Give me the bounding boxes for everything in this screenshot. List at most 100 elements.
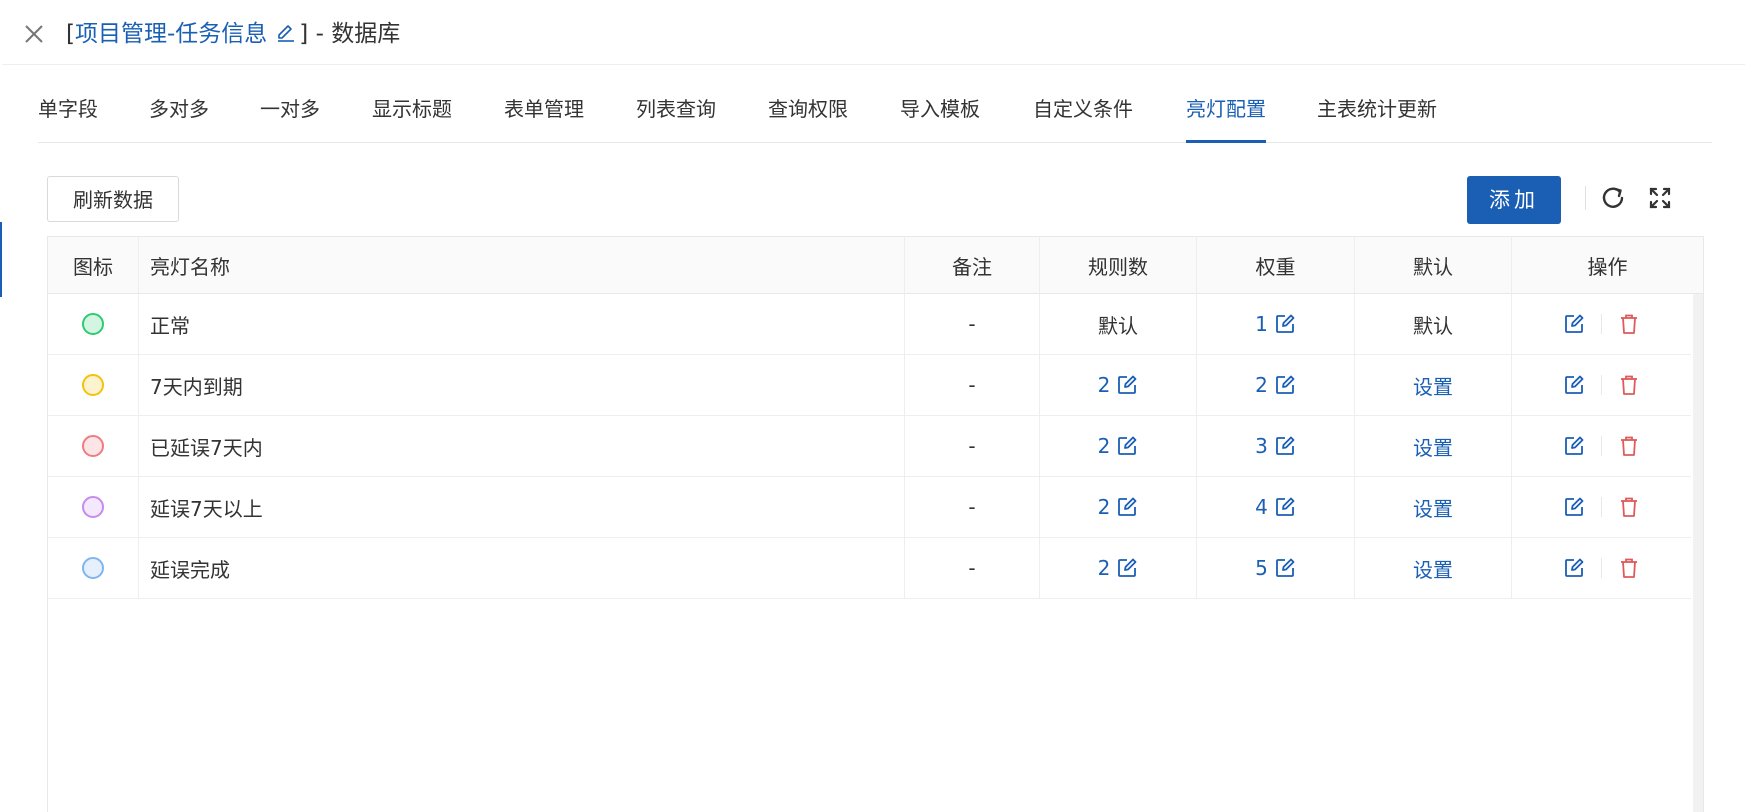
col-header-icon: 图标: [48, 237, 139, 293]
remark-cell: -: [905, 477, 1040, 537]
tab-many-to-many[interactable]: 多对多: [149, 90, 209, 142]
col-header-actions: 操作: [1587, 254, 1628, 279]
light-name: 正常: [139, 294, 905, 354]
icon-cell: [48, 477, 139, 537]
light-name: 7天内到期: [139, 355, 905, 415]
weight-value[interactable]: 1: [1255, 312, 1296, 336]
icon-cell: [48, 355, 139, 415]
weight-number: 2: [1255, 373, 1268, 397]
table-header: 图标 亮灯名称 备注 规则数 权重 默认 操作: [48, 236, 1703, 294]
set-default-link[interactable]: 设置: [1413, 432, 1453, 461]
remark-cell: -: [905, 294, 1040, 354]
table-row: 已延误7天内 - 2 3 设置: [48, 416, 1691, 477]
set-default-link[interactable]: 设置: [1413, 493, 1453, 522]
refresh-data-button[interactable]: 刷新数据: [47, 176, 179, 222]
title-bracket-open: [: [66, 21, 75, 47]
trash-icon[interactable]: [1618, 435, 1640, 457]
refresh-icon[interactable]: [1598, 183, 1628, 213]
actions-cell: [1512, 294, 1691, 354]
weight-value[interactable]: 2: [1255, 373, 1296, 397]
light-name: 延误7天以上: [139, 477, 905, 537]
col-header-weight: 权重: [1197, 237, 1355, 293]
pencil-icon[interactable]: [275, 21, 297, 43]
row-edit-icon[interactable]: [1563, 435, 1585, 457]
weight-edit-icon[interactable]: [1274, 557, 1296, 579]
rules-edit-icon[interactable]: [1116, 496, 1138, 518]
tab-single-field[interactable]: 单字段: [38, 90, 98, 142]
table-row: 延误完成 - 2 5 设置: [48, 538, 1691, 599]
rules-value[interactable]: 2: [1098, 556, 1139, 580]
tab-master-stat-update[interactable]: 主表统计更新: [1317, 90, 1437, 142]
add-button[interactable]: 添加: [1467, 176, 1561, 224]
light-name: 延误完成: [139, 538, 905, 598]
default-cell: 设置: [1355, 477, 1512, 537]
set-default-link[interactable]: 设置: [1413, 554, 1453, 583]
tab-list-query[interactable]: 列表查询: [636, 90, 716, 142]
rules-value[interactable]: 2: [1098, 373, 1139, 397]
light-dot-icon: [82, 313, 104, 335]
weight-value[interactable]: 4: [1255, 495, 1296, 519]
actions-cell: [1512, 355, 1691, 415]
rules-number: 2: [1097, 556, 1111, 580]
weight-number: 5: [1255, 556, 1268, 580]
col-header-rules: 规则数: [1040, 237, 1197, 293]
action-divider: [1601, 375, 1602, 395]
rules-value[interactable]: 2: [1098, 434, 1139, 458]
set-default-link[interactable]: 设置: [1413, 371, 1453, 400]
rules-edit-icon[interactable]: [1116, 435, 1138, 457]
table-scrollbar[interactable]: [1693, 294, 1703, 812]
weight-value[interactable]: 5: [1255, 556, 1296, 580]
icon-cell: [48, 416, 139, 476]
weight-edit-icon[interactable]: [1274, 313, 1296, 335]
weight-cell: 1: [1197, 294, 1355, 354]
light-dot-icon: [82, 496, 104, 518]
table-row: 正常 - 默认 1 默认: [48, 294, 1691, 355]
tab-custom-condition[interactable]: 自定义条件: [1033, 90, 1133, 142]
weight-edit-icon[interactable]: [1274, 496, 1296, 518]
tab-form-management[interactable]: 表单管理: [504, 90, 584, 142]
close-icon[interactable]: [20, 20, 48, 48]
col-header-default: 默认: [1355, 237, 1512, 293]
remark-cell: -: [905, 416, 1040, 476]
tab-display-title[interactable]: 显示标题: [372, 90, 452, 142]
weight-number: 3: [1255, 434, 1268, 458]
toolbar-divider: [1585, 186, 1586, 210]
action-divider: [1601, 497, 1602, 517]
default-cell: 设置: [1355, 538, 1512, 598]
light-dot-icon: [82, 374, 104, 396]
rules-value[interactable]: 2: [1098, 495, 1139, 519]
weight-edit-icon[interactable]: [1274, 435, 1296, 457]
weight-value[interactable]: 3: [1255, 434, 1296, 458]
weight-cell: 5: [1197, 538, 1355, 598]
light-dot-icon: [82, 557, 104, 579]
row-edit-icon[interactable]: [1563, 496, 1585, 518]
trash-icon[interactable]: [1618, 374, 1640, 396]
rules-cell: 2: [1040, 355, 1197, 415]
light-config-table: 图标 亮灯名称 备注 规则数 权重 默认 操作 正常 - 默认 1 默认 7天内…: [47, 236, 1704, 812]
col-header-remark: 备注: [905, 237, 1040, 293]
trash-icon[interactable]: [1618, 313, 1640, 335]
title-module-name[interactable]: 项目管理-任务信息: [75, 21, 267, 47]
tab-query-permission[interactable]: 查询权限: [768, 90, 848, 142]
col-header-name: 亮灯名称: [139, 237, 905, 293]
row-edit-icon[interactable]: [1563, 557, 1585, 579]
trash-icon[interactable]: [1618, 496, 1640, 518]
remark-cell: -: [905, 538, 1040, 598]
rules-cell: 2: [1040, 416, 1197, 476]
title-bracket-close: ]: [299, 21, 309, 47]
table-row: 延误7天以上 - 2 4 设置: [48, 477, 1691, 538]
weight-cell: 3: [1197, 416, 1355, 476]
weight-edit-icon[interactable]: [1274, 374, 1296, 396]
tab-light-config[interactable]: 亮灯配置: [1186, 90, 1266, 143]
tab-one-to-many[interactable]: 一对多: [260, 90, 320, 142]
rules-edit-icon[interactable]: [1116, 557, 1138, 579]
actions-cell: [1512, 477, 1691, 537]
row-edit-icon[interactable]: [1563, 374, 1585, 396]
rules-edit-icon[interactable]: [1116, 374, 1138, 396]
tab-import-template[interactable]: 导入模板: [900, 90, 980, 142]
weight-cell: 2: [1197, 355, 1355, 415]
trash-icon[interactable]: [1618, 557, 1640, 579]
remark-cell: -: [905, 355, 1040, 415]
fullscreen-icon[interactable]: [1645, 183, 1675, 213]
row-edit-icon[interactable]: [1563, 313, 1585, 335]
